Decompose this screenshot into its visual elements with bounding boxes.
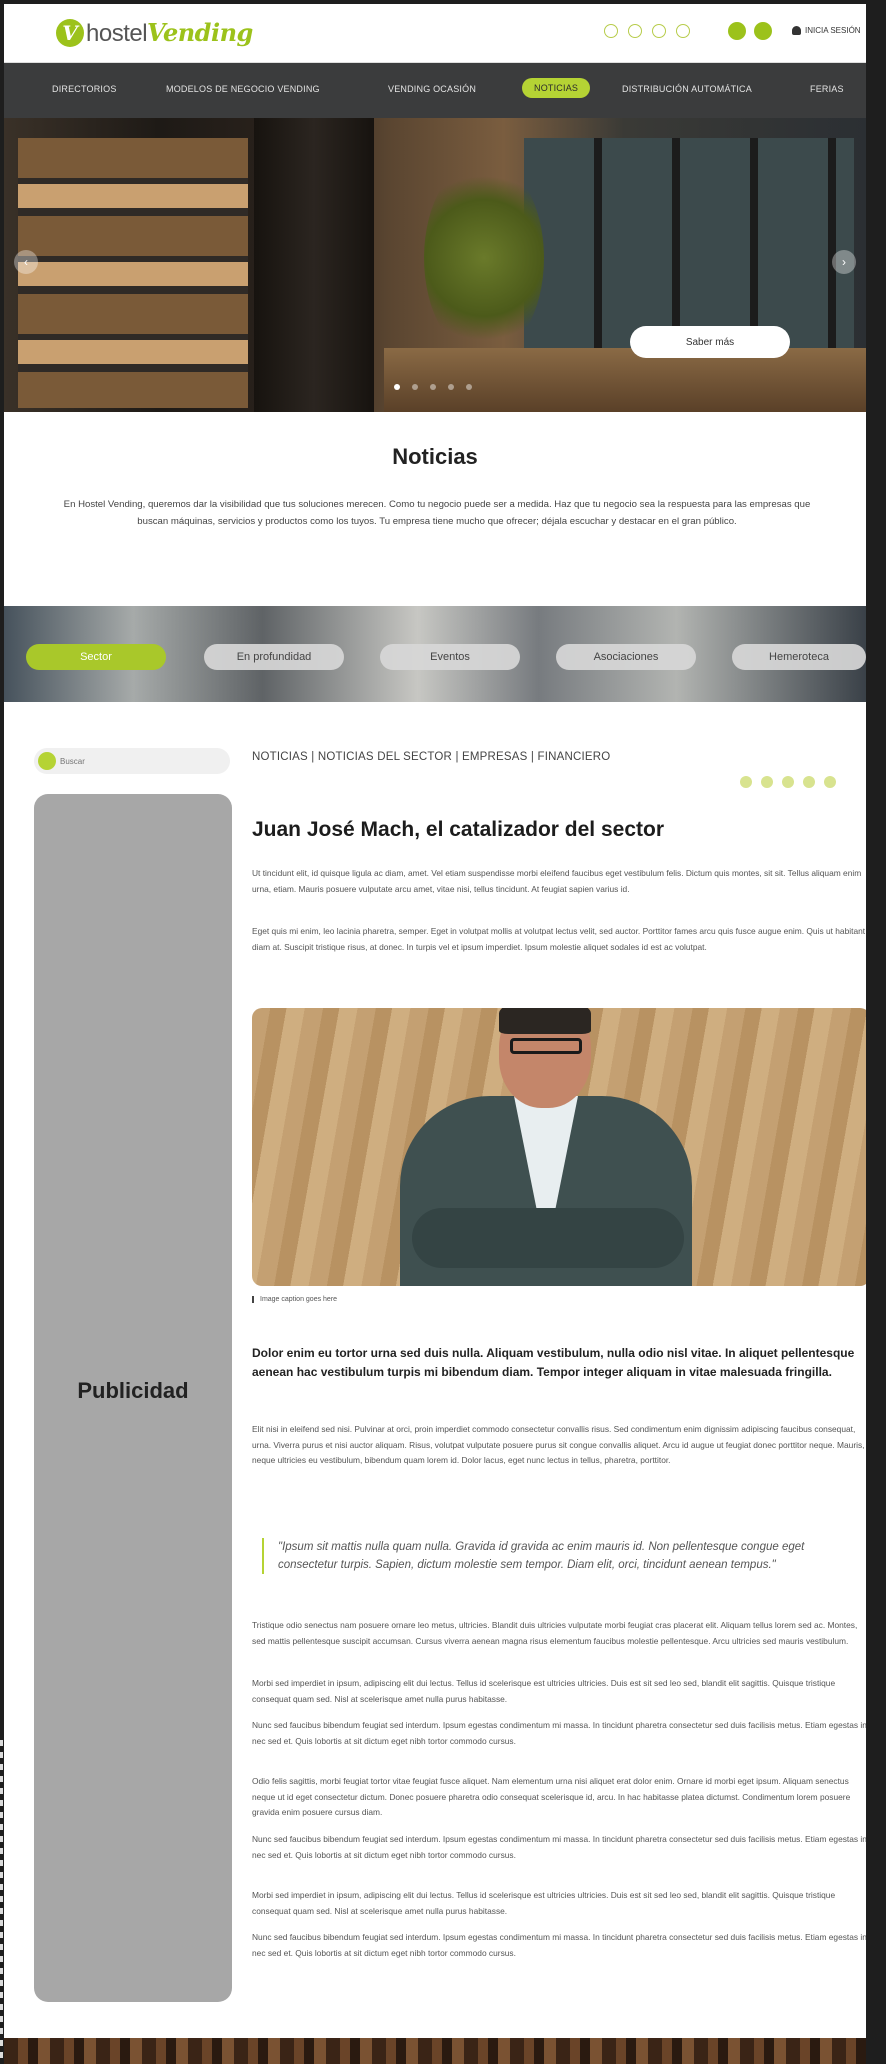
hero-cabinet-image [524,138,854,348]
tab-asociaciones[interactable]: Asociaciones [556,644,696,670]
logo-prefix: hostel [86,20,148,47]
article-paragraph: Elit nisi in eleifend sed nisi. Pulvinar… [252,1424,865,1465]
instagram-icon[interactable] [628,24,642,38]
article-lead: Dolor enim eu tortor urna sed duis nulla… [252,1346,855,1379]
photo-glasses [510,1038,582,1054]
footer-coffee-image [4,2038,866,2064]
nav-item-vending-ocasion[interactable]: VENDING OCASIÓN [388,84,476,94]
logo-suffix: Vending [147,18,253,47]
login-link[interactable]: INICIA SESIÓN [792,26,861,35]
carousel-dot[interactable] [394,384,400,390]
hero-shelves-image [18,138,248,408]
hero-fridge-image [254,118,374,412]
photo-hair [499,1008,591,1034]
search-icon[interactable] [38,752,56,770]
category-tabs: Sector En profundidad Eventos Asociacion… [4,606,866,702]
carousel-dots [394,384,472,390]
logo-text: hostelVending [86,18,253,48]
share-links [740,776,836,788]
nav-item-modelos[interactable]: MODELOS DE NEGOCIO VENDING [166,84,320,94]
article-paragraph: Eget quis mi enim, leo lacinia pharetra,… [252,926,866,952]
facebook-icon[interactable] [676,24,690,38]
article-paragraph: Tristique odio senectus nam posuere orna… [252,1620,858,1646]
image-caption: Image caption goes here [252,1296,337,1303]
logo-mark-icon: V [56,19,84,47]
logo[interactable]: V hostelVending [56,18,253,48]
nav-item-ferias[interactable]: FERIAS [810,84,844,94]
carousel-dot[interactable] [466,384,472,390]
page-edge-decoration [0,1740,3,2064]
hero-more-button[interactable]: Saber más [630,326,790,358]
instagram-icon[interactable] [782,776,794,788]
main-nav: DIRECTORIOS MODELOS DE NEGOCIO VENDING V… [4,62,866,118]
photo-arms [412,1208,684,1268]
facebook-icon[interactable] [761,776,773,788]
tab-sector[interactable]: Sector [26,644,166,670]
article-paragraph: Ut tincidunt elit, id quisque ligula ac … [252,868,862,894]
x-icon[interactable] [803,776,815,788]
article-photo [252,1008,866,1286]
link-icon[interactable] [740,776,752,788]
article-title: Juan José Mach, el catalizador del secto… [252,818,664,841]
carousel-dot[interactable] [412,384,418,390]
article-paragraph: Nunc sed faucibus bibendum feugiat sed i… [252,1720,866,1746]
login-label: INICIA SESIÓN [805,26,861,35]
article-paragraph: Odio felis sagittis, morbi feugiat torto… [252,1776,851,1817]
menu-button[interactable] [754,22,772,40]
carousel-next-arrow-icon[interactable]: › [832,250,856,274]
hero-plant-image [424,158,544,358]
page: V hostelVending INICIA SESIÓN DIRECTORIO… [4,4,866,2064]
intro-text: En Hostel Vending, queremos dar la visib… [63,499,811,527]
user-icon [792,26,801,35]
article-paragraph: Nunc sed faucibus bibendum feugiat sed i… [252,1932,866,1958]
header-actions [728,22,772,40]
carousel-prev-arrow-icon[interactable]: ‹ [14,250,38,274]
article-quote: "Ipsum sit mattis nulla quam nulla. Grav… [262,1538,862,1574]
linkedin-icon[interactable] [604,24,618,38]
breadcrumb[interactable]: NOTICIAS | NOTICIAS DEL SECTOR | EMPRESA… [252,751,610,763]
ad-label: Publicidad [77,1378,189,1403]
article-paragraph: Morbi sed imperdiet in ipsum, adipiscing… [252,1890,836,1916]
carousel-dot[interactable] [430,384,436,390]
article-paragraph: Morbi sed imperdiet in ipsum, adipiscing… [252,1678,836,1704]
tab-eventos[interactable]: Eventos [380,644,520,670]
carousel-dot[interactable] [448,384,454,390]
top-bar: V hostelVending INICIA SESIÓN [4,4,866,62]
social-links [604,24,690,38]
hero-table-image [384,348,866,412]
search-input[interactable] [60,752,220,770]
article-paragraph: Nunc sed faucibus bibendum feugiat sed i… [252,1834,866,1860]
linkedin-icon[interactable] [824,776,836,788]
nav-item-noticias[interactable]: NOTICIAS [522,78,591,98]
hero-carousel: ‹ › Saber más [4,118,866,412]
search-box [34,748,230,774]
tab-en-profundidad[interactable]: En profundidad [204,644,344,670]
nav-item-distribucion[interactable]: DISTRIBUCIÓN AUTOMÁTICA [622,84,752,94]
ad-banner[interactable]: Publicidad [34,794,232,2002]
nav-item-directorios[interactable]: DIRECTORIOS [52,84,117,94]
search-button[interactable] [728,22,746,40]
page-title: Noticias [392,444,478,469]
tab-hemeroteca[interactable]: Hemeroteca [732,644,866,670]
x-icon[interactable] [652,24,666,38]
